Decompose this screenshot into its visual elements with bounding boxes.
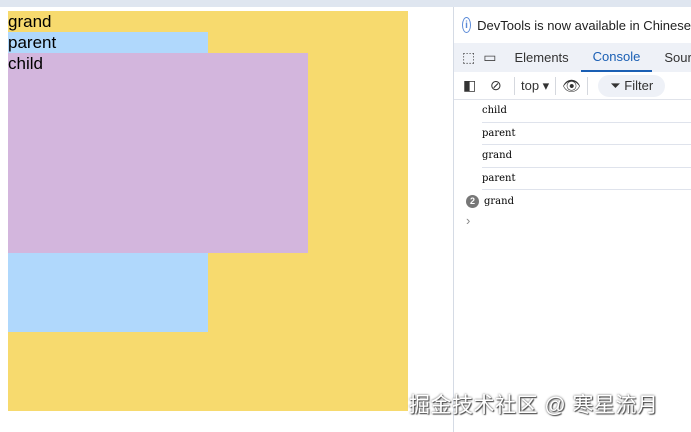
watermark: 掘金技术社区 @ 寒星流月 (409, 394, 659, 417)
log-text: grand (482, 150, 512, 162)
tab-sources[interactable]: Sources (652, 43, 691, 72)
info-icon: i (462, 17, 472, 33)
divider (555, 76, 557, 95)
browser-top-strip (0, 0, 691, 7)
divider (514, 76, 515, 95)
log-text: parent (482, 172, 516, 184)
child-label: child (8, 54, 43, 73)
device-toggle-icon[interactable]: ▭ (483, 49, 496, 66)
log-row: 2 grand (466, 190, 691, 213)
sidebar-toggle-icon[interactable]: ◧ (463, 77, 481, 94)
log-text: grand (484, 195, 514, 207)
log-row: child (482, 100, 691, 123)
filter-input[interactable]: ⏷ Filter (598, 74, 666, 97)
console-prompt[interactable]: › (466, 213, 691, 228)
log-text: parent (482, 127, 516, 139)
console-log-list: child parent grand parent 2 grand › (454, 100, 691, 228)
repeat-count-badge: 2 (466, 194, 479, 208)
grand-label: grand (8, 12, 52, 31)
child-box[interactable]: child (8, 53, 308, 253)
tab-elements[interactable]: Elements (502, 43, 580, 72)
page-viewport: grand parent child (0, 7, 453, 432)
log-text: child (482, 105, 507, 117)
log-row: grand (482, 145, 691, 168)
divider (587, 76, 589, 95)
clear-console-icon[interactable]: ⊘ (490, 77, 508, 94)
devtools-panel: i DevTools is now available in Chinese ⬚… (453, 7, 691, 432)
filter-placeholder: Filter (624, 77, 654, 93)
filter-icon: ⏷ (610, 77, 625, 93)
context-selector[interactable]: top ▾ (521, 78, 549, 94)
info-text: DevTools is now available in Chinese (477, 17, 691, 33)
eye-icon[interactable]: 👁 (562, 77, 581, 95)
log-row: parent (482, 123, 691, 145)
log-row: parent (482, 168, 691, 190)
parent-label: parent (8, 33, 57, 52)
console-toolbar: ◧ ⊘ top ▾ 👁 ⏷ Filter (454, 72, 691, 100)
tab-console[interactable]: Console (580, 43, 653, 72)
devtools-tabs: ⬚ ▭ Elements Console Sources (454, 43, 691, 72)
info-bar: i DevTools is now available in Chinese (454, 7, 691, 43)
inspect-element-icon[interactable]: ⬚ (462, 49, 475, 66)
